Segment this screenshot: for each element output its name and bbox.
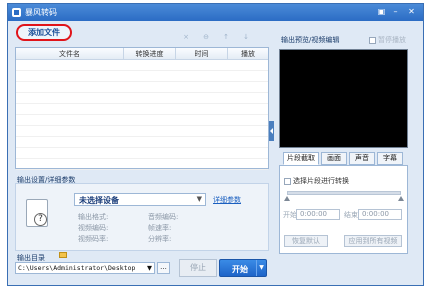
clip-start-handle[interactable] [284,196,290,201]
add-file-label: 添加文件 [28,28,60,37]
app-logo-icon [12,8,21,17]
video-bitrate-label: 视频码率: [78,235,109,243]
folder-icon[interactable] [59,252,67,258]
column-header[interactable]: 文件名 [16,48,124,59]
device-select-value: 未选择设备 [79,196,119,205]
chevron-down-icon: ▼ [196,195,202,203]
file-list[interactable]: 文件名 转换进度 时间 播放 [15,47,269,170]
start-time-label: 开始 [283,211,297,219]
end-time-input[interactable]: 0:00:00 [358,209,402,220]
output-settings-panel: ? 未选择设备 ▼ 详细参数 输出格式: 视频编码: 视频码率: 音频编码: 帧… [15,183,269,251]
video-codec-label: 视频编码: [78,224,109,232]
apply-all-button[interactable]: 应用到所有视频 [344,235,402,247]
video-preview[interactable] [279,49,408,148]
window-title: 暴风转码 [25,8,57,17]
preview-label: 输出预览/视频编辑 [281,36,340,44]
column-header[interactable]: 转换进度 [124,48,176,59]
column-header[interactable]: 时间 [176,48,228,59]
chevron-down-icon: ▼ [147,264,152,272]
clip-end-handle[interactable] [398,196,404,201]
clip-checkbox-label: 选择片段进行转换 [293,177,349,185]
start-options-chevron-icon[interactable]: ▼ [256,260,266,276]
output-dir-value: C:\Users\Administrator\Desktop [18,264,136,272]
clip-range-slider[interactable] [287,191,401,195]
list-toolbar: × ⊖ ↑ ↓ [180,33,265,43]
minimize-button[interactable]: – [390,7,401,17]
browse-button[interactable]: ... [157,262,170,274]
pause-checkbox-label: 暂停播放 [378,36,406,44]
output-dir-input[interactable]: C:\Users\Administrator\Desktop ▼ [15,262,155,274]
tab-clip[interactable]: 片段截取 [283,152,319,165]
add-file-button[interactable]: 添加文件 [16,24,72,41]
reset-button[interactable]: 恢复默认 [284,235,328,247]
close-button[interactable]: ✕ [406,7,417,17]
clear-icon[interactable]: ⊖ [200,33,212,41]
details-link[interactable]: 详细参数 [213,195,241,205]
clip-checkbox-row[interactable]: 选择片段进行转换 [284,176,349,186]
move-down-icon[interactable]: ↓ [240,33,252,41]
tab-audio[interactable]: 声音 [349,152,375,165]
file-list-body [16,60,268,170]
audio-codec-label: 音频编码: [148,213,179,221]
column-header[interactable]: 播放 [228,48,268,59]
collapse-panel-handle[interactable] [269,121,274,141]
title-bar: 暴风转码 ▣ – ✕ [8,4,423,21]
pause-checkbox[interactable] [369,36,376,44]
skin-icon[interactable]: ▣ [376,7,387,17]
clip-checkbox[interactable] [284,177,291,185]
end-time-label: 结束 [344,211,358,219]
start-label: 开始 [232,265,248,274]
remove-icon[interactable]: × [180,33,192,41]
start-button[interactable]: 开始 ▼ [219,259,267,277]
pause-checkbox-row[interactable]: 暂停播放 [369,35,406,45]
tab-picture[interactable]: 画面 [321,152,347,165]
device-select[interactable]: 未选择设备 ▼ [74,193,206,206]
stop-button[interactable]: 停止 [179,259,217,277]
device-placeholder-icon: ? [26,199,48,227]
start-time-input[interactable]: 0:00:00 [296,209,340,220]
file-list-header: 文件名 转换进度 时间 播放 [16,48,268,60]
move-up-icon[interactable]: ↑ [220,33,232,41]
output-format-label: 输出格式: [78,213,109,221]
resolution-label: 分辨率: [148,235,172,243]
tab-subtitle[interactable]: 字幕 [377,152,403,165]
frame-rate-label: 帧速率: [148,224,172,232]
